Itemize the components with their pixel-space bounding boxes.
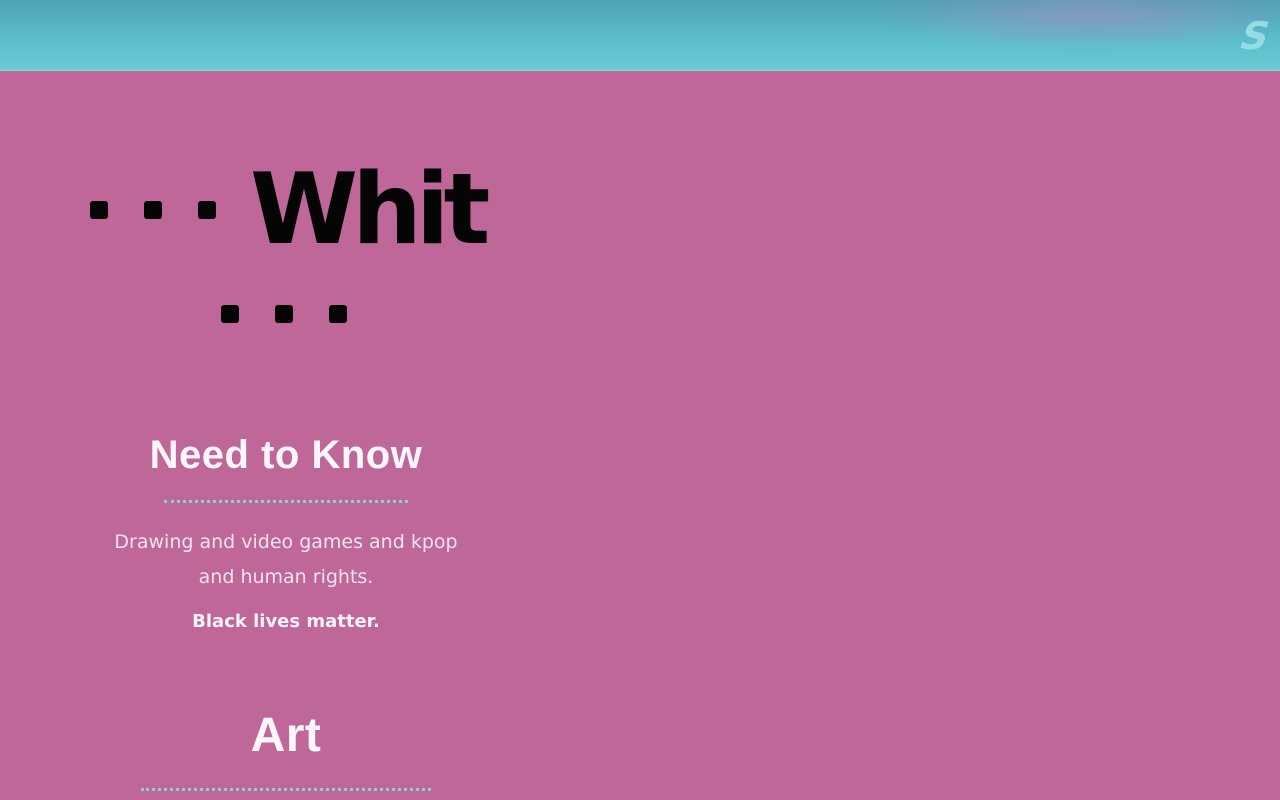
- top-banner: S: [0, 0, 1280, 71]
- ellipsis-dot: [329, 305, 347, 323]
- art-heading: Art: [250, 709, 322, 762]
- need-to-know-description: Drawing and video games and kpop and hum…: [114, 531, 458, 588]
- site-title[interactable]: Whit: [90, 153, 490, 323]
- ellipsis-dot: [221, 305, 239, 323]
- ellipsis-dot: [144, 201, 162, 219]
- dotted-divider: [141, 788, 431, 791]
- ellipsis-decoration-left: [90, 201, 216, 219]
- ellipsis-decoration-bottom: [221, 305, 347, 323]
- need-to-know-heading: Need to Know: [149, 433, 423, 477]
- need-to-know-section: Need to Know Drawing and video games and…: [96, 432, 476, 632]
- need-to-know-emphasis: Black lives matter.: [192, 611, 380, 632]
- art-section: Art: [96, 710, 476, 791]
- dotted-divider: [164, 500, 408, 503]
- banner-haze: [880, 0, 1280, 50]
- ellipsis-dot: [198, 201, 216, 219]
- site-title-text: Whit: [250, 153, 490, 267]
- ellipsis-dot: [90, 201, 108, 219]
- ellipsis-dot: [275, 305, 293, 323]
